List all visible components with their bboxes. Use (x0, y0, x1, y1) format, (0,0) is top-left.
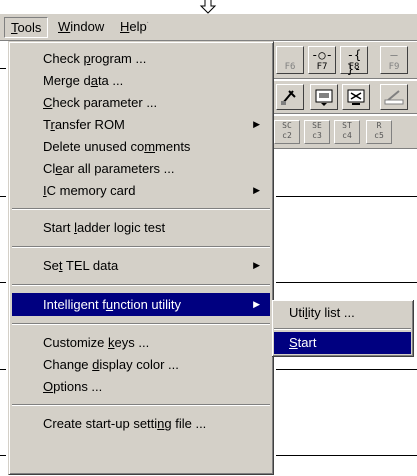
left-rail-tick (0, 455, 6, 456)
menu-item-options[interactable]: Options ... (12, 375, 270, 398)
submenu-item-utility-list[interactable]: Utility list ... (274, 302, 411, 324)
contact-toolbar: SC c2 SE c3 ST c4 Rc5 (270, 115, 417, 149)
intelligent-function-submenu: Utility list ... Start (272, 300, 414, 357)
st-key[interactable]: ST c4 (334, 120, 360, 144)
left-rail-tick (0, 196, 6, 197)
menu-window[interactable]: Window (52, 17, 110, 36)
sc-key[interactable]: SC c2 (274, 120, 300, 144)
left-rail-tick (0, 282, 6, 283)
menu-item-transfer-rom[interactable]: Transfer ROM ▶ (12, 113, 270, 136)
menu-item-set-tel-data[interactable]: Set TEL data ▶ (12, 254, 270, 277)
menu-separator (274, 328, 411, 330)
submenu-arrow-icon: ▶ (253, 299, 260, 309)
menu-separator (12, 208, 270, 210)
tool-icon[interactable] (276, 84, 304, 110)
menu-item-merge-data[interactable]: Merge data ... (12, 69, 270, 92)
submenu-arrow-icon: ▶ (253, 185, 260, 195)
menu-item-delete-unused-comments[interactable]: Delete unused comments (12, 135, 270, 158)
plc-write-icon[interactable] (342, 84, 370, 110)
menu-bar: Tools Window Help · (0, 14, 417, 41)
left-rail-tick (0, 369, 6, 370)
ladder-rung (276, 196, 417, 197)
f8-instruction-key[interactable]: -{ }- F8 (340, 46, 368, 76)
submenu-item-start[interactable]: Start (274, 332, 411, 354)
menu-item-start-ladder-logic-test[interactable]: Start ladder logic test (12, 216, 270, 239)
f7-coil-key[interactable]: -○- F7 (308, 46, 336, 74)
icon-toolbar (270, 80, 417, 114)
menu-item-customize-keys[interactable]: Customize keys ... (12, 331, 270, 354)
tools-dropdown-menu: Check program ... Merge data ... Check p… (8, 41, 274, 475)
ladder-rung (276, 455, 417, 456)
submenu-arrow-icon: ▶ (253, 260, 260, 270)
menu-tools[interactable]: Tools (4, 17, 49, 38)
submenu-arrow-icon: ▶ (253, 119, 260, 129)
menu-item-clear-all-parameters[interactable]: Clear all parameters ... (12, 157, 270, 180)
menu-item-change-display-color[interactable]: Change display color ... (12, 353, 270, 376)
ladder-edit-icon[interactable] (380, 84, 408, 110)
menu-item-check-program[interactable]: Check program ... (12, 47, 270, 70)
menu-separator (12, 404, 270, 406)
menu-item-check-parameter[interactable]: Check parameter ... (12, 91, 270, 114)
left-rail-tick (0, 68, 6, 69)
menu-separator (12, 323, 270, 325)
function-key-toolbar: F6 -○- F7 -{ }- F8 — F9 (270, 41, 417, 79)
menubar-grip: · (146, 17, 150, 28)
menu-item-intelligent-function-utility[interactable]: Intelligent function utility ▶ (12, 293, 270, 316)
f9-line-key[interactable]: — F9 (380, 46, 408, 74)
f6-key[interactable]: F6 (276, 46, 304, 74)
menu-item-create-startup-setting-file[interactable]: Create start-up setting file ... (12, 412, 270, 435)
down-arrow-icon (199, 0, 217, 14)
ladder-rung (276, 282, 417, 283)
menu-separator (12, 246, 270, 248)
plc-read-icon[interactable] (310, 84, 338, 110)
ladder-rung (276, 369, 417, 370)
menu-item-ic-memory-card[interactable]: IC memory card ▶ (12, 179, 270, 202)
menu-separator (12, 284, 270, 286)
r-key[interactable]: Rc5 (366, 120, 392, 144)
se-key[interactable]: SE c3 (304, 120, 330, 144)
